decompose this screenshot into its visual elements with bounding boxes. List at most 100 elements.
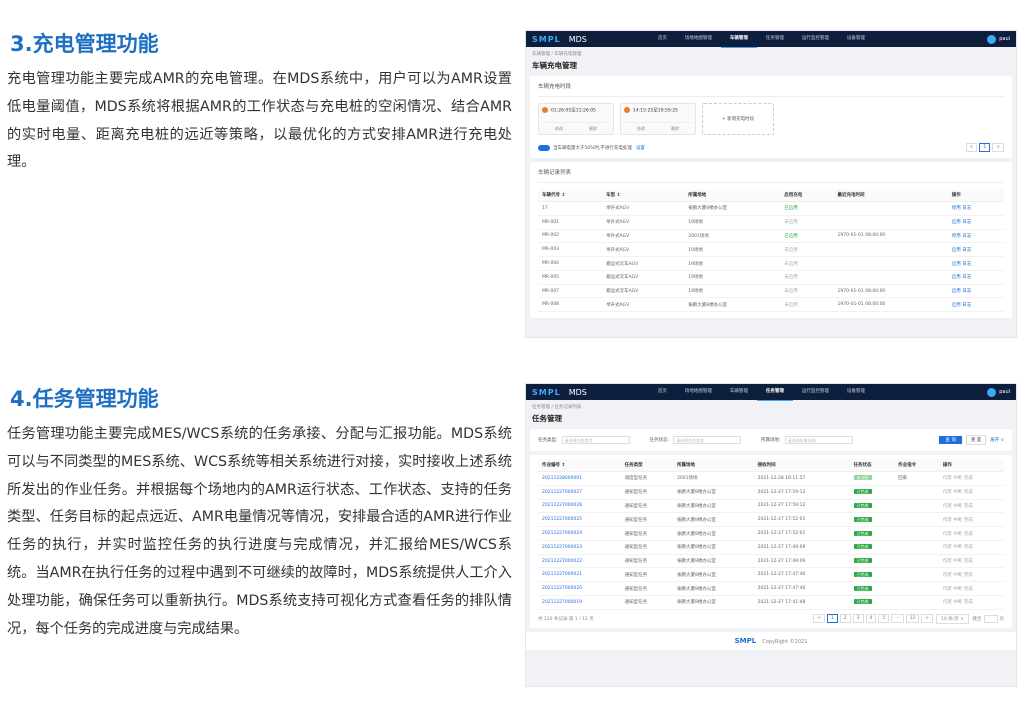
- toggle-label: 当车辆电量大于50%时,不进行充电处理: [553, 145, 632, 151]
- actions-cell[interactable]: 启用 日志: [947, 242, 1004, 258]
- actions-cell[interactable]: 作废 中断 完成: [938, 526, 1004, 541]
- page-button[interactable]: <: [813, 614, 825, 624]
- status-cell: 已完成: [849, 540, 895, 555]
- prev-page-button[interactable]: <: [965, 143, 978, 152]
- table-cell: 通知型任务: [620, 540, 674, 555]
- status-cell: 未启用: [780, 297, 834, 313]
- actions-cell[interactable]: 作废 中断 完成: [938, 567, 1004, 583]
- status-cell: 未启用: [780, 284, 834, 299]
- task-id-link[interactable]: 20211227000020: [538, 581, 621, 597]
- actions-cell[interactable]: 作废 中断 完成: [938, 485, 1004, 500]
- edit-button[interactable]: 修改: [624, 123, 658, 132]
- nav-item-monitor[interactable]: 运行监控管理: [793, 384, 838, 401]
- table-cell: 振鹏大厦8楼办公室: [673, 485, 754, 500]
- table-cell: 19场地: [684, 284, 781, 299]
- section-heading: 4.任务管理功能: [10, 387, 159, 411]
- actions-cell[interactable]: 启用 日志: [947, 284, 1004, 299]
- query-button[interactable]: 查 询: [939, 436, 962, 444]
- reset-button[interactable]: 重 置: [965, 435, 987, 445]
- status-badge: 已完成: [853, 544, 872, 550]
- panel-title: 车辆充电时段: [538, 82, 1004, 97]
- table-cell: [894, 540, 939, 555]
- table-cell: [894, 595, 939, 610]
- actions-cell[interactable]: 作废 中断 完成: [938, 540, 1004, 555]
- column-header[interactable]: 作业编号 ↕: [538, 459, 621, 472]
- task-list-panel: 作业编号 ↕ 任务类型 所属场地 接收时间 任务状态 作业指令 操作 20211…: [530, 455, 1012, 628]
- actions-cell[interactable]: 作废 中断 完成: [938, 499, 1004, 514]
- threshold-toggle[interactable]: [538, 144, 550, 151]
- user-name: paul: [999, 389, 1010, 395]
- task-id-link[interactable]: 20211227000026: [538, 499, 621, 514]
- app-name: MDS: [568, 387, 587, 397]
- page-button[interactable]: 2: [839, 614, 851, 624]
- actions-cell[interactable]: 作废 中断 完成: [938, 581, 1004, 597]
- status-cell: 未启用: [780, 256, 834, 271]
- task-id-link[interactable]: 20211227000022: [538, 554, 621, 569]
- delete-button[interactable]: 删除: [658, 123, 692, 132]
- actions-cell[interactable]: 启用 日志: [947, 270, 1004, 285]
- page-button[interactable]: 3: [852, 614, 864, 624]
- nav-item-task[interactable]: 任务管理: [757, 31, 793, 48]
- nav-item-map[interactable]: 场地地图管理: [676, 31, 721, 48]
- expand-button[interactable]: 展开 ∨: [990, 437, 1004, 443]
- nav-item-home[interactable]: 首页: [649, 384, 676, 401]
- table-cell: 通知型任务: [620, 567, 674, 583]
- actions-cell[interactable]: 停用 日志: [947, 201, 1004, 216]
- user-menu[interactable]: paul: [987, 387, 1010, 397]
- delete-button[interactable]: 删除: [576, 123, 610, 132]
- actions-cell[interactable]: 作废 中断 完成: [938, 471, 1004, 486]
- actions-cell[interactable]: 作废 中断 完成: [938, 512, 1004, 528]
- actions-cell[interactable]: 启用 日志: [947, 256, 1004, 271]
- column-header[interactable]: 车辆代号 ↕: [538, 189, 603, 202]
- nav-item-task[interactable]: 任务管理: [756, 384, 793, 401]
- nav-item-vehicle[interactable]: 车辆管理: [721, 384, 757, 401]
- nav-item-home[interactable]: 首页: [649, 31, 676, 48]
- table-cell: 振鹏大厦8楼办公室: [673, 526, 754, 541]
- column-header[interactable]: 车型 ↕: [602, 189, 685, 202]
- table-row: MR-002 举升式AGV 2001场地 已启用 1970-01-01 08:00:00…: [538, 229, 1004, 244]
- nav-item-monitor[interactable]: 运行监控管理: [793, 31, 838, 48]
- task-id-link[interactable]: 20211227000019: [538, 595, 621, 610]
- column-header: 作业指令: [894, 459, 939, 472]
- page-button[interactable]: 1: [979, 143, 991, 152]
- avatar-icon: [987, 34, 997, 44]
- user-menu[interactable]: paul: [987, 34, 1010, 44]
- page-button[interactable]: >: [921, 614, 934, 624]
- nav-item-vehicle[interactable]: 车辆管理: [720, 31, 757, 48]
- page-button[interactable]: 4: [865, 614, 877, 624]
- actions-cell[interactable]: 启用 日志: [947, 297, 1004, 313]
- actions-cell[interactable]: 启用 日志: [947, 215, 1004, 230]
- actions-cell[interactable]: 停用 日志: [947, 229, 1004, 244]
- actions-cell[interactable]: 作废 中断 完成: [938, 554, 1004, 569]
- goto-input[interactable]: [983, 614, 998, 623]
- goto-unit: 页: [999, 616, 1005, 622]
- settings-link[interactable]: 设置: [636, 145, 645, 151]
- status-cell: 已完成: [849, 512, 895, 528]
- task-status-select[interactable]: 请选择任务状态: [673, 436, 742, 444]
- task-id-link[interactable]: 20211227000024: [538, 526, 621, 541]
- nav-item-map[interactable]: 场地地图管理: [676, 384, 721, 401]
- page-button[interactable]: 5: [878, 614, 890, 624]
- site-select[interactable]: 请选择所属场地: [784, 436, 853, 444]
- add-slot-button[interactable]: + 新增充电时段: [702, 103, 774, 135]
- page-button[interactable]: 12: [905, 614, 920, 624]
- edit-button[interactable]: 修改: [542, 123, 576, 132]
- task-id-link[interactable]: 20211227000025: [538, 512, 621, 528]
- task-type-select[interactable]: 请选择任务类型: [561, 436, 630, 444]
- task-id-link[interactable]: 20211227000021: [538, 567, 621, 583]
- table-cell: 2021-12-27 17:59:12: [753, 485, 850, 500]
- page-size-select[interactable]: 10 条/页 ∨: [936, 613, 969, 624]
- page-button[interactable]: ···: [891, 614, 904, 624]
- app-name: MDS: [568, 34, 587, 44]
- table-cell: 1970-01-01 08:00:00: [833, 297, 948, 313]
- task-id-link[interactable]: 20211227000023: [538, 540, 621, 555]
- nav-item-device[interactable]: 设备管理: [838, 384, 874, 401]
- page-button[interactable]: 1: [826, 614, 838, 624]
- actions-cell[interactable]: 作废 中断 完成: [938, 595, 1004, 610]
- task-id-link[interactable]: 20211228000001: [538, 471, 621, 486]
- table-cell: MR-004: [538, 256, 603, 271]
- nav-item-device[interactable]: 设备管理: [838, 31, 874, 48]
- next-page-button[interactable]: >: [992, 143, 1004, 152]
- clock-icon: [624, 107, 630, 113]
- task-id-link[interactable]: 20211227000027: [538, 485, 621, 500]
